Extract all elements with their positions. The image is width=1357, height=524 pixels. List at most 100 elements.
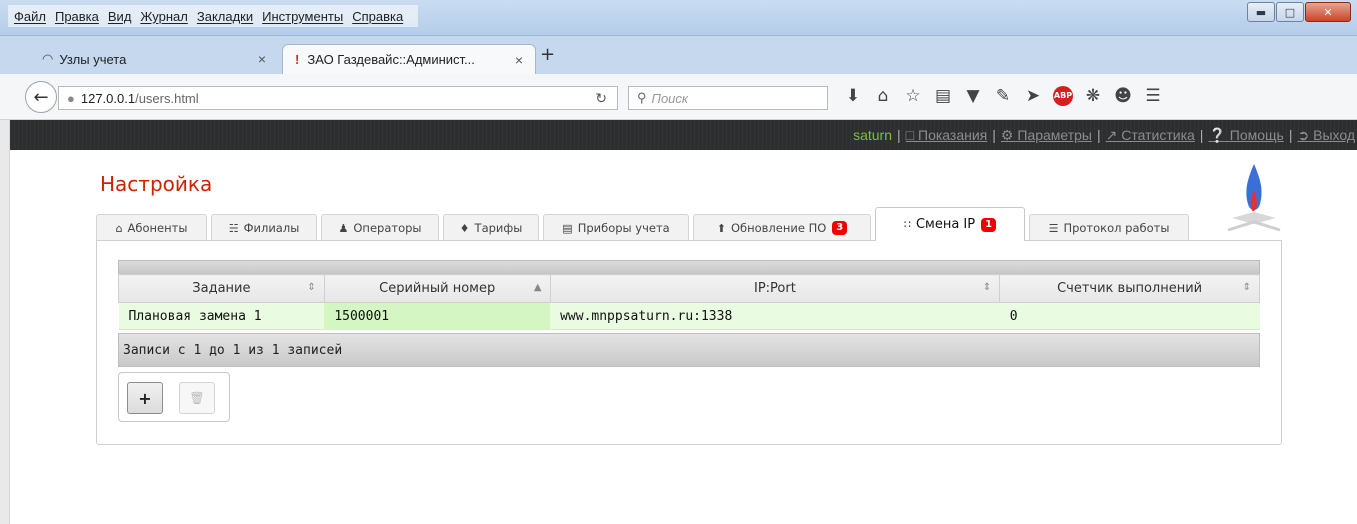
column-header-ip-port[interactable]: IP:Port ⇕: [549, 274, 1001, 303]
sitemap-icon: ☵: [228, 221, 239, 235]
window-close-button[interactable]: ✕: [1305, 2, 1351, 22]
nav-separator: |: [1097, 127, 1101, 143]
extension-icon[interactable]: ❋: [1078, 86, 1108, 106]
tab-ip-change[interactable]: ∷ Смена IP 1: [875, 207, 1025, 241]
menu-bookmarks[interactable]: Закладки: [197, 9, 253, 24]
cell-ip-port: www.mnppsaturn.ru:1338: [550, 302, 1000, 330]
tab-label: Смена IP: [915, 217, 976, 232]
maximize-button[interactable]: □: [1276, 2, 1304, 22]
browser-navbar: ← ● 127.0.0.1/users.html ↻ ⚲ Поиск ⬇ ⌂ ☆…: [0, 74, 1357, 120]
help-icon: ❔: [1208, 127, 1230, 143]
cell-run-count: 0: [999, 302, 1260, 330]
send-icon[interactable]: ➤: [1018, 86, 1048, 106]
user-icon: ♟: [338, 221, 349, 235]
search-icon: ⚲: [637, 90, 647, 105]
tab-subscribers[interactable]: ⌂ Абоненты: [96, 214, 207, 241]
column-header-run-count[interactable]: Счетчик выполнений ⇕: [999, 274, 1260, 303]
column-header-serial[interactable]: Серийный номер ▲: [323, 274, 551, 303]
delete-button[interactable]: 🗑: [179, 382, 215, 414]
menu-file[interactable]: Файл: [14, 9, 46, 24]
tab-label: Приборы учета: [577, 221, 670, 235]
toolbar-icons: ⬇ ⌂ ☆ ▤ ▼ ✎ ➤ ABP ❋ ☻ ☰: [838, 86, 1168, 106]
smiley-icon[interactable]: ☻: [1108, 86, 1138, 106]
nav-statistics[interactable]: ↗ Статистика: [1106, 127, 1195, 144]
nav-logout[interactable]: ➲ Выход: [1297, 127, 1355, 144]
app-topbar: saturn | □ Показания | ⚙ Параметры | ↗ С…: [10, 120, 1357, 150]
tab-operators[interactable]: ♟ Операторы: [321, 214, 439, 241]
sort-both-icon: ⇕: [307, 282, 316, 293]
tab-tariffs[interactable]: ♦ Тарифы: [443, 214, 539, 241]
search-placeholder: Поиск: [651, 90, 689, 106]
list-icon: ☰: [1048, 221, 1059, 235]
reload-icon[interactable]: ↻: [595, 90, 607, 107]
tab-close-icon[interactable]: ×: [258, 51, 266, 67]
reading-list-icon[interactable]: ▤: [928, 86, 958, 106]
new-tab-button[interactable]: +: [540, 44, 555, 65]
download-icon[interactable]: ⬇: [838, 86, 868, 106]
table-row[interactable]: Плановая замена 1 1500001 www.mnppsaturn…: [118, 302, 1260, 330]
back-button[interactable]: ←: [25, 81, 57, 113]
pocket-icon[interactable]: ▼: [958, 86, 988, 106]
browser-tab-title: ЗАО Газдевайс::Админист...: [307, 52, 475, 67]
tab-branches[interactable]: ☵ Филиалы: [211, 214, 317, 241]
column-title: Задание: [192, 281, 251, 296]
upload-icon: ⬆: [716, 221, 726, 235]
device-icon: ▤: [562, 221, 573, 235]
browser-tab-2[interactable]: ! ЗАО Газдевайс::Админист... ×: [282, 44, 536, 74]
plus-icon: +: [138, 388, 152, 408]
hamburger-menu-icon[interactable]: ☰: [1138, 86, 1168, 106]
tab-label: Обновление ПО: [730, 221, 827, 235]
column-title: Серийный номер: [379, 281, 496, 296]
nav-readings-label: Показания: [918, 127, 988, 143]
menu-help[interactable]: Справка: [352, 9, 403, 24]
add-button[interactable]: +: [127, 382, 163, 414]
logout-icon: ➲: [1297, 127, 1314, 143]
adblock-icon[interactable]: ABP: [1053, 86, 1073, 106]
menu-history[interactable]: Журнал: [140, 9, 187, 24]
gauge-icon: ◠: [42, 51, 54, 66]
tab-label: Тарифы: [474, 221, 523, 235]
app-nav: saturn | □ Показания | ⚙ Параметры | ↗ С…: [853, 127, 1355, 144]
tab-label: Абоненты: [127, 221, 188, 235]
favicon-flame-icon: !: [295, 52, 300, 67]
gear-icon: ⚙: [1000, 127, 1018, 143]
nav-readings[interactable]: □ Показания: [906, 127, 988, 144]
tab-firmware-update[interactable]: ⬆ Обновление ПО 3: [693, 214, 871, 241]
tab-meters[interactable]: ▤ Приборы учета: [543, 214, 689, 241]
nav-logout-label: Выход: [1313, 127, 1355, 143]
url-path: /users.html: [135, 90, 199, 106]
browser-tabstrip: ◠ Узлы учета × ! ЗАО Газдевайс::Админист…: [0, 36, 1357, 74]
sort-both-icon: ⇕: [982, 282, 992, 293]
home-icon: ⌂: [115, 221, 123, 235]
minimize-button[interactable]: ▬: [1247, 2, 1275, 22]
chart-icon: ↗: [1105, 127, 1122, 143]
nav-statistics-label: Статистика: [1121, 127, 1195, 143]
url-bar[interactable]: ● 127.0.0.1/users.html ↻: [58, 86, 618, 110]
menu-edit[interactable]: Правка: [55, 9, 99, 24]
table-actions: + 🗑: [118, 372, 230, 422]
sort-asc-icon: ▲: [533, 282, 542, 293]
company-logo: [1227, 164, 1281, 232]
search-input[interactable]: ⚲ Поиск: [628, 86, 828, 110]
tab-work-log[interactable]: ☰ Протокол работы: [1029, 214, 1189, 241]
globe-icon: ●: [67, 90, 75, 106]
window-controls: ▬ □ ✕: [1246, 2, 1351, 22]
cell-serial: 1500001: [324, 302, 551, 330]
update-count-badge: 3: [832, 221, 848, 235]
browser-tab-title: Узлы учета: [59, 51, 127, 67]
browser-tab-1[interactable]: ◠ Узлы учета ×: [30, 44, 278, 74]
menu-tools[interactable]: Инструменты: [262, 9, 343, 24]
nav-help[interactable]: ❔ Помощь: [1208, 127, 1283, 144]
rss-icon: ∷: [903, 218, 911, 231]
grid-caption-bar: [118, 260, 1260, 274]
monitor-icon: □: [905, 127, 919, 143]
nav-parameters[interactable]: ⚙ Параметры: [1001, 127, 1092, 144]
nav-help-label: Помощь: [1229, 127, 1284, 143]
column-header-task[interactable]: Задание ⇕: [118, 274, 325, 303]
bookmark-star-icon[interactable]: ☆: [898, 86, 928, 106]
eyedropper-icon[interactable]: ✎: [988, 86, 1018, 106]
ip-change-table: Задание ⇕ Серийный номер ▲ IP:Port ⇕ Счетчи…: [118, 274, 1260, 330]
tab-close-icon[interactable]: ×: [515, 52, 523, 68]
menu-view[interactable]: Вид: [108, 9, 132, 24]
home-icon[interactable]: ⌂: [868, 86, 898, 106]
